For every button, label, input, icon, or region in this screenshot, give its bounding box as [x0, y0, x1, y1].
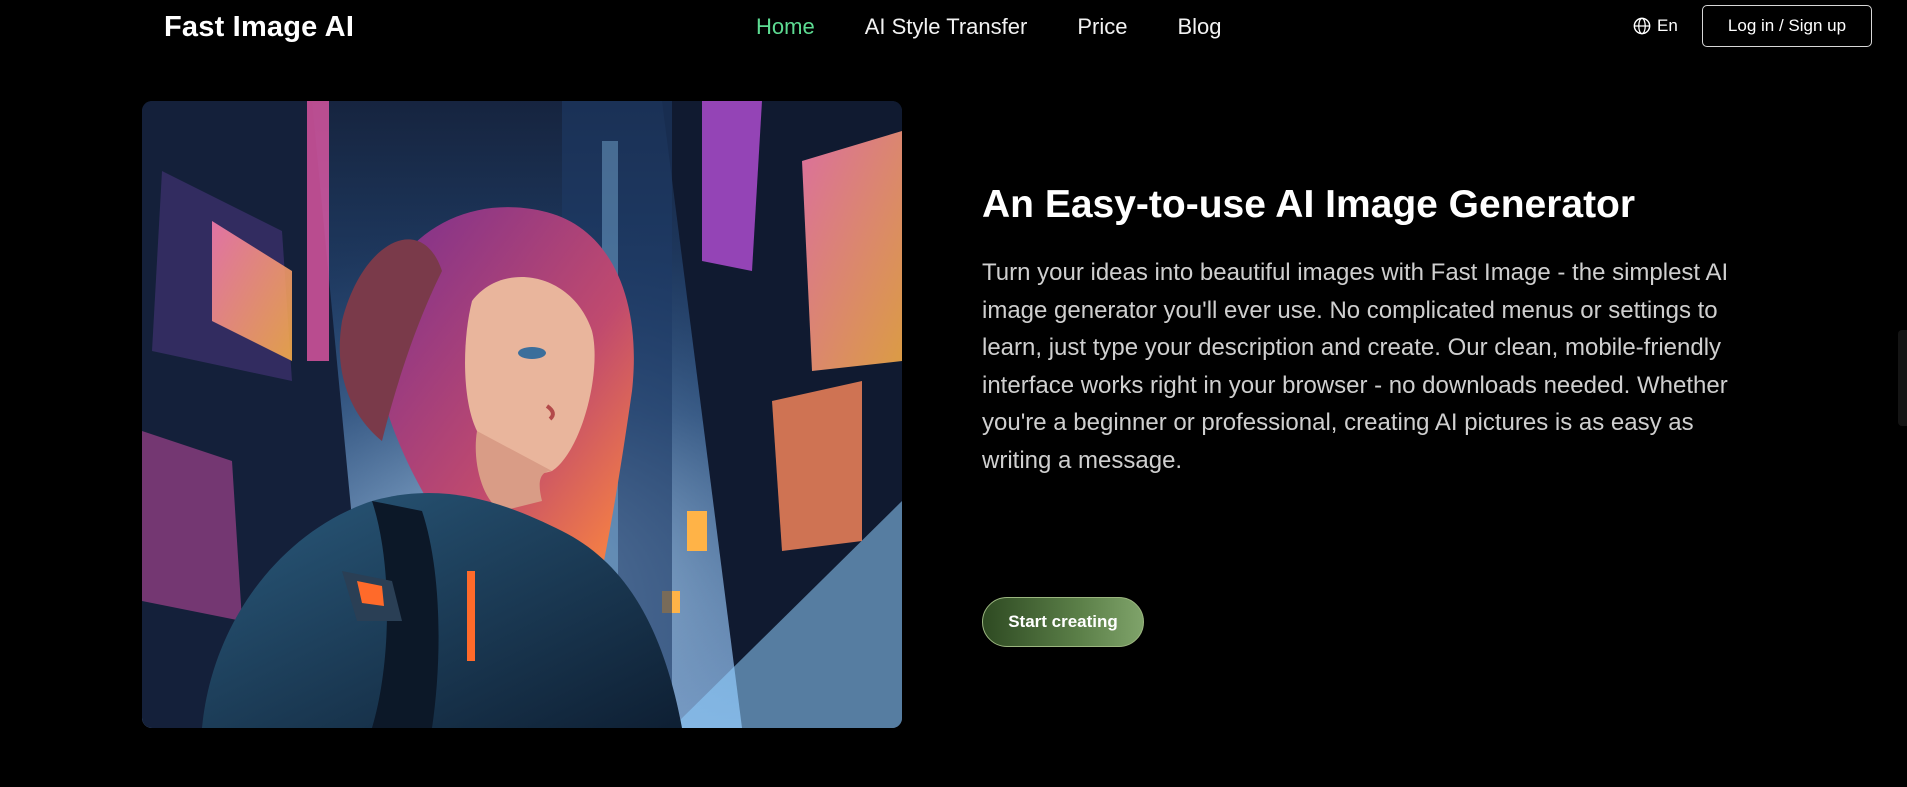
language-label: En	[1657, 16, 1678, 35]
nav-price[interactable]: Price	[1077, 14, 1127, 40]
page: Fast Image AI Home AI Style Transfer Pri…	[0, 0, 1907, 787]
brand-logo[interactable]: Fast Image AI	[164, 11, 354, 44]
hero-title: An Easy-to-use AI Image Generator	[982, 183, 1636, 226]
main-nav: Home AI Style Transfer Price Blog	[756, 14, 1271, 40]
hero-illustration	[142, 101, 902, 728]
hero-description: Turn your ideas into beautiful images wi…	[982, 259, 1729, 474]
globe-icon	[1633, 17, 1651, 35]
start-creating-button[interactable]: Start creating	[982, 597, 1144, 647]
nav-blog[interactable]: Blog	[1177, 14, 1221, 40]
login-signup-button[interactable]: Log in / Sign up	[1702, 5, 1872, 47]
language-selector[interactable]: En	[1633, 16, 1678, 36]
nav-home[interactable]: Home	[756, 14, 815, 40]
nav-ai-style-transfer[interactable]: AI Style Transfer	[865, 14, 1028, 40]
scrollbar-thumb[interactable]	[1898, 330, 1907, 426]
hero-image	[142, 101, 902, 728]
top-navbar: Fast Image AI Home AI Style Transfer Pri…	[0, 0, 1907, 56]
